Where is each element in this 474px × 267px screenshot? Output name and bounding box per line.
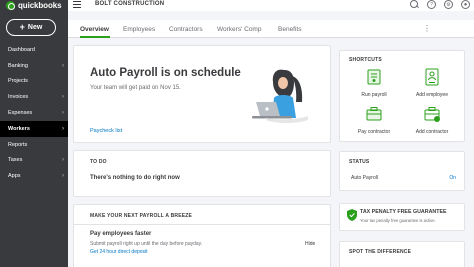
tab-bar: Overview Employees Contractors Workers' … bbox=[68, 20, 474, 38]
left-sidebar: quickbooks + New Dashboard Banking › Proj… bbox=[0, 0, 68, 267]
sidebar-item-apps[interactable]: Apps › bbox=[0, 168, 68, 184]
user-avatar-icon[interactable]: ● bbox=[461, 0, 470, 9]
status-label: Auto Payroll bbox=[351, 175, 378, 181]
hero-title: Auto Payroll is on schedule bbox=[90, 67, 241, 79]
sidebar-item-projects[interactable]: Projects bbox=[0, 74, 68, 90]
sidebar-item-label: Invoices bbox=[8, 94, 29, 101]
sidebar-item-label: Taxes bbox=[8, 157, 23, 164]
search-icon[interactable] bbox=[410, 0, 419, 9]
auto-payroll-status-row[interactable]: Auto Payroll On bbox=[351, 175, 456, 181]
tax-guarantee-card: TAX PENALTY FREE GUARANTEE Your tax pena… bbox=[339, 203, 465, 231]
shortcuts-heading: SHORTCUTS bbox=[349, 57, 382, 63]
hide-button[interactable]: Hide bbox=[305, 241, 315, 247]
sidebar-item-workers[interactable]: Workers › bbox=[0, 120, 68, 137]
sidebar-item-dashboard[interactable]: Dashboard bbox=[0, 42, 68, 58]
breeze-description: Submit payroll right up until the day be… bbox=[90, 241, 203, 247]
help-icon[interactable]: ? bbox=[427, 0, 436, 9]
chevron-right-icon: › bbox=[62, 157, 64, 164]
sidebar-item-reports[interactable]: Reports bbox=[0, 137, 68, 153]
tax-guarantee-subtitle: Your tax penalty free guarantee is activ… bbox=[360, 218, 436, 223]
hero-subtitle: Your team will get paid on Nov 15. bbox=[90, 85, 181, 91]
active-tab-indicator bbox=[80, 36, 110, 38]
chevron-right-icon: › bbox=[62, 94, 64, 101]
pay-contractor-shortcut[interactable]: Pay contractor bbox=[349, 105, 399, 135]
sidebar-item-label: Reports bbox=[8, 141, 28, 148]
new-button[interactable]: + New bbox=[6, 19, 56, 36]
sidebar-item-taxes[interactable]: Taxes › bbox=[0, 153, 68, 169]
chevron-right-icon: › bbox=[62, 62, 64, 69]
add-employee-icon bbox=[425, 68, 439, 86]
shortcut-label: Add employee bbox=[416, 92, 448, 98]
sidebar-item-label: Projects bbox=[8, 78, 28, 85]
status-value[interactable]: On bbox=[449, 175, 456, 181]
status-heading: STATUS bbox=[349, 159, 370, 165]
sidebar-item-label: Expenses bbox=[8, 110, 33, 117]
todo-heading: TO DO bbox=[90, 159, 107, 165]
sidebar-nav: Dashboard Banking › Projects Invoices › Ex… bbox=[0, 42, 68, 184]
quickbooks-logo[interactable]: quickbooks bbox=[6, 0, 62, 10]
tab-benefits[interactable]: Benefits bbox=[278, 26, 302, 33]
breeze-heading: MAKE YOUR NEXT PAYROLL A BREEZE bbox=[90, 213, 193, 219]
tab-contractors[interactable]: Contractors bbox=[169, 26, 203, 33]
sidebar-item-label: Dashboard bbox=[8, 46, 35, 53]
tab-workers-comp[interactable]: Workers' Comp bbox=[217, 26, 261, 33]
todo-card: TO DO There's nothing to do right now bbox=[73, 150, 331, 197]
add-employee-shortcut[interactable]: Add employee bbox=[407, 68, 457, 98]
sidebar-item-label: Apps bbox=[8, 173, 21, 180]
spot-difference-heading: SPOT THE DIFFERENCE bbox=[349, 249, 412, 255]
top-bar: BOLT CONSTRUCTION ? ⚙ ● bbox=[68, 0, 474, 11]
plus-icon: + bbox=[19, 22, 25, 32]
tab-employees[interactable]: Employees bbox=[123, 26, 155, 33]
shield-check-icon bbox=[347, 209, 357, 221]
chevron-right-icon: › bbox=[62, 110, 64, 117]
new-button-label: New bbox=[27, 24, 43, 31]
run-payroll-icon bbox=[367, 69, 381, 85]
auto-payroll-card: Auto Payroll is on schedule Your team wi… bbox=[73, 45, 331, 143]
add-contractor-shortcut[interactable]: Add contractor bbox=[407, 105, 457, 135]
more-options-icon[interactable]: ⋮ bbox=[423, 24, 431, 33]
chevron-right-icon: › bbox=[62, 125, 64, 132]
chevron-right-icon: › bbox=[62, 173, 64, 180]
sidebar-item-label: Banking bbox=[8, 62, 28, 69]
sidebar-item-expenses[interactable]: Expenses › bbox=[0, 105, 68, 121]
sidebar-item-label: Workers bbox=[8, 125, 30, 132]
shortcut-label: Add contractor bbox=[415, 129, 449, 135]
sidebar-item-invoices[interactable]: Invoices › bbox=[0, 89, 68, 105]
status-card: STATUS Auto Payroll On bbox=[339, 151, 465, 191]
shortcut-label: Pay contractor bbox=[357, 129, 391, 135]
quickbooks-logo-icon bbox=[6, 0, 15, 10]
breeze-title: Pay employees faster bbox=[90, 231, 152, 237]
company-name: BOLT CONSTRUCTION bbox=[95, 1, 165, 7]
person-with-laptop-illustration bbox=[252, 69, 308, 123]
pay-contractor-icon bbox=[366, 107, 382, 121]
paycheck-list-link[interactable]: Paycheck list bbox=[90, 128, 122, 134]
hamburger-menu-icon[interactable] bbox=[73, 1, 81, 8]
shortcut-label: Run payroll bbox=[361, 92, 387, 98]
todo-message: There's nothing to do right now bbox=[90, 175, 180, 181]
shortcuts-card: SHORTCUTS Run payroll Add employee Pay c… bbox=[339, 50, 465, 142]
add-contractor-icon bbox=[424, 107, 440, 122]
divider bbox=[74, 224, 330, 225]
settings-icon[interactable]: ⚙ bbox=[444, 0, 453, 9]
tax-guarantee-title: TAX PENALTY FREE GUARANTEE bbox=[360, 209, 447, 215]
sidebar-item-banking[interactable]: Banking › bbox=[0, 58, 68, 74]
tab-overview[interactable]: Overview bbox=[80, 26, 109, 33]
run-payroll-shortcut[interactable]: Run payroll bbox=[349, 68, 399, 98]
spot-difference-card: SPOT THE DIFFERENCE bbox=[339, 241, 465, 267]
direct-deposit-link[interactable]: Get 24 hour direct deposit bbox=[90, 249, 148, 255]
logo-text: quickbooks bbox=[18, 0, 62, 10]
payroll-breeze-card: MAKE YOUR NEXT PAYROLL A BREEZE Pay empl… bbox=[73, 204, 331, 267]
top-icons: ? ⚙ ● bbox=[410, 0, 470, 9]
